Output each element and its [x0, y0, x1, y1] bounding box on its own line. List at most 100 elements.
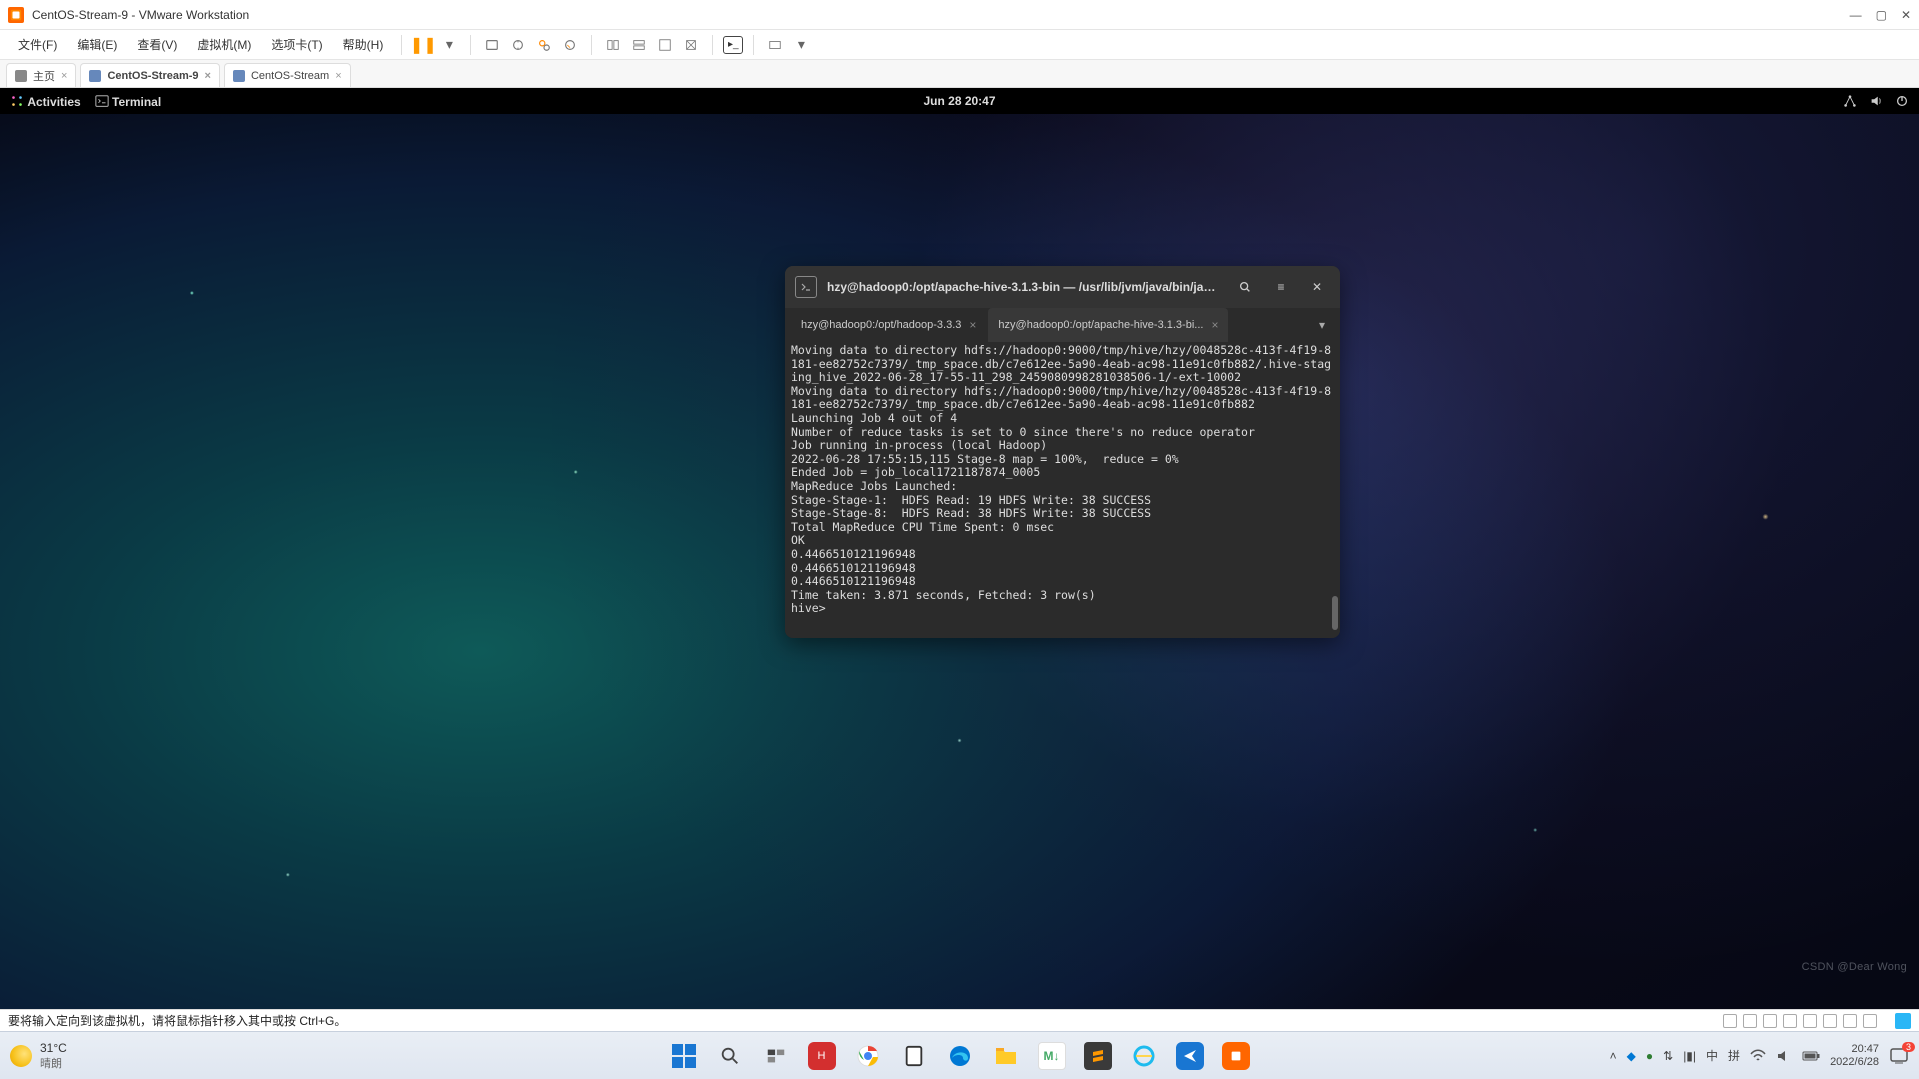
stretch-dropdown[interactable]: ▾: [790, 34, 812, 56]
send-ctrl-alt-del-icon[interactable]: [481, 34, 503, 56]
menu-file[interactable]: 文件(F): [10, 32, 65, 57]
menu-view[interactable]: 查看(V): [129, 32, 185, 57]
separator: [401, 35, 402, 55]
tab-home[interactable]: 主页 ×: [6, 63, 76, 87]
vm-icon: [233, 70, 245, 82]
activities-button[interactable]: Activities: [10, 94, 81, 109]
tab-close-icon[interactable]: ×: [335, 70, 341, 82]
taskbar-search-icon[interactable]: [716, 1042, 744, 1070]
vmware-statusbar: 要将输入定向到该虚拟机，请将鼠标指针移入其中或按 Ctrl+G。: [0, 1009, 1919, 1031]
status-camera-icon[interactable]: [1863, 1014, 1877, 1028]
status-icons: [1723, 1013, 1911, 1029]
maximize-button[interactable]: ▢: [1876, 8, 1887, 22]
app-icon-vmware[interactable]: [1222, 1042, 1250, 1070]
terminal-tab-close-icon[interactable]: ×: [1211, 318, 1218, 332]
pause-vm-button[interactable]: ❚❚: [412, 34, 434, 56]
status-printer-icon[interactable]: [1823, 1014, 1837, 1028]
tray-settings-icon[interactable]: ⇅: [1663, 1049, 1673, 1063]
tray-onedrive-icon[interactable]: ◆: [1627, 1049, 1636, 1063]
tray-wifi-icon[interactable]: [1750, 1049, 1766, 1063]
status-usb-icon[interactable]: [1803, 1014, 1817, 1028]
tray-time: 20:47: [1830, 1043, 1879, 1056]
status-disk-icon[interactable]: [1743, 1014, 1757, 1028]
tray-headset-icon[interactable]: |▮|: [1683, 1049, 1696, 1063]
volume-icon[interactable]: [1869, 94, 1883, 108]
status-message-icon[interactable]: [1895, 1013, 1911, 1029]
unity-icon[interactable]: [680, 34, 702, 56]
terminal-menu-button[interactable]: ≡: [1268, 274, 1294, 300]
tray-clock[interactable]: 20:47 2022/6/28: [1830, 1043, 1879, 1069]
tab-close-icon[interactable]: ×: [205, 70, 211, 82]
app-icon-ie[interactable]: [1130, 1042, 1158, 1070]
layout-icon-1[interactable]: [602, 34, 624, 56]
vm-viewport[interactable]: Activities Terminal Jun 28 20:47 hzy@had…: [0, 88, 1919, 1009]
status-net-icon[interactable]: [1783, 1014, 1797, 1028]
weather-temp: 31°C: [40, 1041, 67, 1055]
vmware-menubar: 文件(F) 编辑(E) 查看(V) 虚拟机(M) 选项卡(T) 帮助(H) ❚❚…: [0, 30, 1919, 60]
app-icon-chrome[interactable]: [854, 1042, 882, 1070]
app-icon-notes[interactable]: [900, 1042, 928, 1070]
terminal-indicator[interactable]: Terminal: [95, 94, 161, 109]
menu-vm[interactable]: 虚拟机(M): [189, 32, 259, 57]
pause-dropdown[interactable]: ▾: [438, 34, 460, 56]
start-button[interactable]: [670, 1042, 698, 1070]
terminal-label: Terminal: [112, 95, 161, 109]
terminal-tab-hadoop[interactable]: hzy@hadoop0:/opt/hadoop-3.3.3 ×: [791, 308, 986, 342]
tray-volume-icon[interactable]: [1776, 1049, 1792, 1063]
terminal-titlebar[interactable]: hzy@hadoop0:/opt/apache-hive-3.1.3-bin —…: [785, 266, 1340, 308]
taskbar-weather[interactable]: 31°C 晴朗: [10, 1041, 67, 1071]
app-icon-huawei[interactable]: H: [808, 1042, 836, 1070]
vmware-titlebar: CentOS-Stream-9 - VMware Workstation — ▢…: [0, 0, 1919, 30]
status-sound-icon[interactable]: [1843, 1014, 1857, 1028]
terminal-close-button[interactable]: ✕: [1304, 274, 1330, 300]
fullscreen-icon[interactable]: [654, 34, 676, 56]
terminal-body[interactable]: Moving data to directory hdfs://hadoop0:…: [785, 342, 1340, 638]
terminal-title: hzy@hadoop0:/opt/apache-hive-3.1.3-bin —…: [827, 280, 1222, 294]
gnome-clock[interactable]: Jun 28 20:47: [923, 94, 995, 108]
terminal-search-button[interactable]: [1232, 274, 1258, 300]
tray-ime-pin[interactable]: 拼: [1728, 1047, 1740, 1064]
vm-tab-bar: 主页 × CentOS-Stream-9 × CentOS-Stream ×: [0, 60, 1919, 88]
app-icon-feishu[interactable]: [1176, 1042, 1204, 1070]
menu-help[interactable]: 帮助(H): [335, 32, 392, 57]
app-icon-sublime[interactable]: [1084, 1042, 1112, 1070]
terminal-tab-hive[interactable]: hzy@hadoop0:/opt/apache-hive-3.1.3-bi...…: [988, 308, 1228, 342]
minimize-button[interactable]: —: [1850, 8, 1862, 22]
tray-notifications-button[interactable]: 3: [1889, 1046, 1909, 1066]
snapshot-icon[interactable]: [507, 34, 529, 56]
tab-close-icon[interactable]: ×: [61, 70, 67, 82]
menu-tabs[interactable]: 选项卡(T): [263, 32, 330, 57]
tab-centos-label: CentOS-Stream: [251, 70, 329, 82]
stretch-icon[interactable]: [764, 34, 786, 56]
vm-icon: [89, 70, 101, 82]
close-button[interactable]: ✕: [1901, 8, 1911, 22]
tab-centos[interactable]: CentOS-Stream ×: [224, 63, 351, 87]
app-icon-edge[interactable]: [946, 1042, 974, 1070]
taskbar-center: H M↓: [670, 1042, 1250, 1070]
tray-chevron-icon[interactable]: ˄: [1610, 1049, 1617, 1063]
layout-icon-2[interactable]: [628, 34, 650, 56]
gnome-terminal-window[interactable]: hzy@hadoop0:/opt/apache-hive-3.1.3-bin —…: [785, 266, 1340, 638]
terminal-tab-close-icon[interactable]: ×: [969, 318, 976, 332]
status-cd-icon[interactable]: [1763, 1014, 1777, 1028]
terminal-tab-bar: hzy@hadoop0:/opt/hadoop-3.3.3 × hzy@hado…: [785, 308, 1340, 342]
tray-battery-icon[interactable]: [1802, 1050, 1820, 1062]
revert-snapshot-icon[interactable]: [559, 34, 581, 56]
tray-ime-zh[interactable]: 中: [1706, 1047, 1718, 1064]
terminal-tab-dropdown[interactable]: ▾: [1310, 308, 1334, 342]
menu-edit[interactable]: 编辑(E): [69, 32, 125, 57]
separator: [753, 35, 754, 55]
activities-label: Activities: [27, 95, 80, 109]
tray-shield-icon[interactable]: ●: [1646, 1049, 1653, 1063]
taskbar-taskview-icon[interactable]: [762, 1042, 790, 1070]
window-title: CentOS-Stream-9 - VMware Workstation: [32, 8, 1850, 22]
terminal-scrollbar[interactable]: [1332, 596, 1338, 630]
status-monitor-icon[interactable]: [1723, 1014, 1737, 1028]
network-icon[interactable]: [1843, 94, 1857, 108]
snapshot-manager-icon[interactable]: [533, 34, 555, 56]
power-icon[interactable]: [1895, 94, 1909, 108]
tab-centos9[interactable]: CentOS-Stream-9 ×: [80, 63, 220, 87]
console-button-active[interactable]: ▸_: [723, 36, 743, 54]
app-icon-markdown[interactable]: M↓: [1038, 1042, 1066, 1070]
app-icon-explorer[interactable]: [992, 1042, 1020, 1070]
